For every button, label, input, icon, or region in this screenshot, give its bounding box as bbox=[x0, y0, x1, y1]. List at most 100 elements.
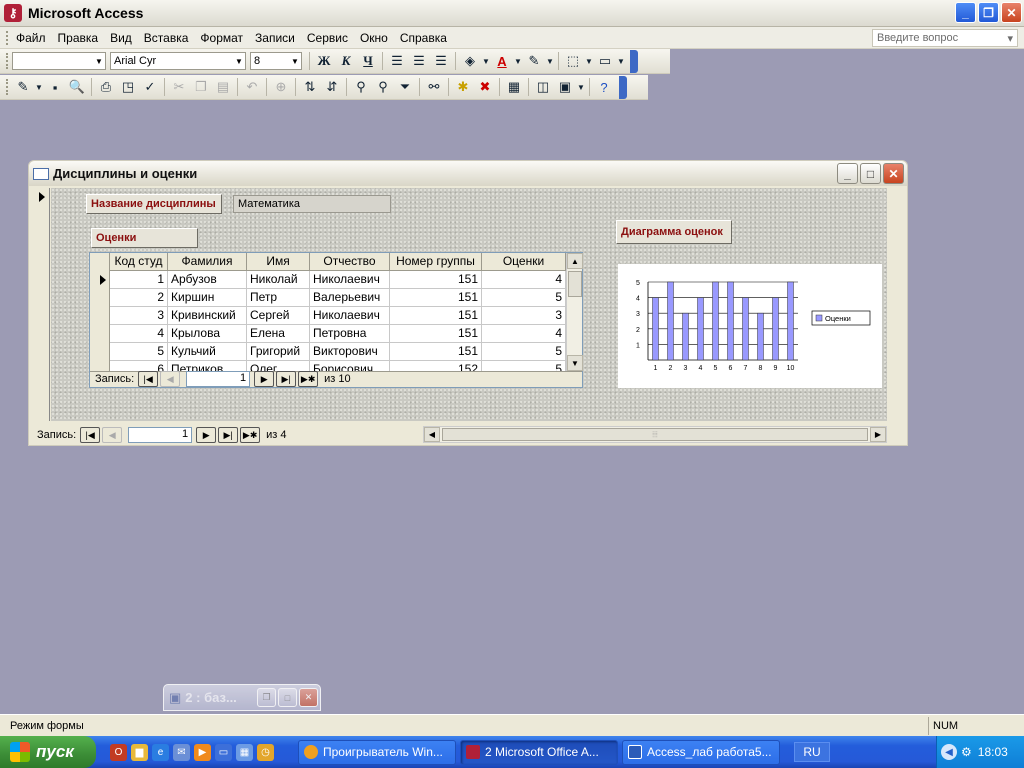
table-cell[interactable]: 5 bbox=[110, 343, 168, 361]
new-object-icon[interactable]: ▣ bbox=[554, 77, 576, 97]
maximize-button[interactable]: □ bbox=[278, 688, 297, 707]
chevron-down-icon[interactable]: ▼ bbox=[513, 51, 523, 71]
show-hidden-icons-icon[interactable]: ◀ bbox=[941, 744, 957, 760]
chevron-down-icon[interactable]: ▼ bbox=[616, 51, 626, 71]
table-cell[interactable]: Арбузов bbox=[168, 271, 247, 289]
clock[interactable]: 18:03 bbox=[978, 745, 1008, 759]
menu-insert[interactable]: Вставка bbox=[138, 31, 195, 45]
column-header[interactable]: Оценки bbox=[482, 253, 566, 271]
menu-help[interactable]: Справка bbox=[394, 31, 453, 45]
next-record-button[interactable]: ▶ bbox=[254, 371, 275, 387]
calculator-icon[interactable]: ▦ bbox=[236, 743, 253, 761]
table-cell[interactable]: Николаевич bbox=[310, 307, 390, 325]
copy-icon[interactable]: ❐ bbox=[190, 77, 212, 97]
chevron-down-icon[interactable]: ▼ bbox=[545, 51, 555, 71]
column-header[interactable]: Фамилия bbox=[168, 253, 247, 271]
last-record-button[interactable]: ▶| bbox=[218, 427, 239, 443]
last-record-button[interactable]: ▶| bbox=[276, 371, 297, 387]
form-horizontal-scrollbar[interactable]: ◀ ⦙⦙⦙ ▶ bbox=[423, 426, 887, 443]
table-row[interactable]: 1 Арбузов Николай Николаевич 151 4 bbox=[90, 271, 566, 289]
database-window-icon[interactable]: ◫ bbox=[532, 77, 554, 97]
task-word-document[interactable]: Access_лаб работа5... bbox=[622, 739, 780, 765]
italic-button[interactable]: К bbox=[335, 51, 357, 71]
table-cell[interactable]: 151 bbox=[390, 271, 482, 289]
object-combo[interactable]: ▼ bbox=[12, 52, 106, 70]
table-cell[interactable]: Кульчий bbox=[168, 343, 247, 361]
sort-descending-icon[interactable]: ⇵ bbox=[321, 77, 343, 97]
line-color-icon[interactable]: ✎ bbox=[523, 51, 545, 71]
cut-icon[interactable]: ✂ bbox=[168, 77, 190, 97]
hyperlink-icon[interactable]: ⊕ bbox=[270, 77, 292, 97]
table-cell[interactable]: 3 bbox=[110, 307, 168, 325]
toolbar-options-icon[interactable] bbox=[619, 75, 627, 99]
properties-icon[interactable]: ▦ bbox=[503, 77, 525, 97]
record-selector[interactable] bbox=[33, 188, 50, 421]
record-number-input[interactable]: 1 bbox=[186, 371, 251, 387]
table-cell[interactable]: 4 bbox=[110, 325, 168, 343]
table-cell[interactable]: 4 bbox=[482, 271, 566, 289]
table-cell[interactable]: Викторович bbox=[310, 343, 390, 361]
new-record-icon[interactable]: ✱ bbox=[452, 77, 474, 97]
table-cell[interactable]: 151 bbox=[390, 307, 482, 325]
restore-button[interactable]: ❐ bbox=[978, 2, 999, 23]
table-cell[interactable]: Николаевич bbox=[310, 271, 390, 289]
table-row[interactable]: 2 Киршин Петр Валерьевич 151 5 bbox=[90, 289, 566, 307]
font-color-icon[interactable]: A bbox=[491, 51, 513, 71]
close-button[interactable]: ✕ bbox=[299, 688, 318, 707]
start-button[interactable]: пуск bbox=[0, 736, 96, 768]
record-number-input[interactable]: 1 bbox=[128, 427, 193, 443]
scrollbar-thumb[interactable] bbox=[568, 271, 582, 297]
file-search-icon[interactable]: 🔍 bbox=[66, 77, 88, 97]
filter-by-form-icon[interactable]: ⚲ bbox=[372, 77, 394, 97]
scroll-up-icon[interactable]: ▲ bbox=[567, 253, 583, 269]
scroll-down-icon[interactable]: ▼ bbox=[567, 355, 583, 371]
menu-file[interactable]: Файл bbox=[10, 31, 52, 45]
first-record-button[interactable]: |◀ bbox=[138, 371, 159, 387]
table-cell[interactable]: 4 bbox=[482, 325, 566, 343]
table-cell[interactable]: 1 bbox=[110, 271, 168, 289]
task-microsoft-access[interactable]: 2 Microsoft Office A... bbox=[460, 739, 618, 765]
table-row[interactable]: 5 Кульчий Григорий Викторович 151 5 bbox=[90, 343, 566, 361]
menu-records[interactable]: Записи bbox=[249, 31, 301, 45]
table-cell[interactable]: Кривинский bbox=[168, 307, 247, 325]
save-icon[interactable]: ▪ bbox=[44, 77, 66, 97]
border-icon[interactable]: ⬚ bbox=[562, 51, 584, 71]
table-cell[interactable]: Николай bbox=[247, 271, 310, 289]
fill-color-icon[interactable]: ◈ bbox=[459, 51, 481, 71]
help-icon[interactable]: ? bbox=[593, 77, 615, 97]
scrollbar-thumb[interactable]: ⦙⦙⦙ bbox=[442, 428, 868, 441]
row-selector[interactable] bbox=[90, 271, 110, 289]
close-button[interactable]: ✕ bbox=[1001, 2, 1022, 23]
table-cell[interactable]: 2 bbox=[110, 289, 168, 307]
form-minimize-button[interactable]: _ bbox=[837, 163, 858, 184]
table-cell[interactable]: Елена bbox=[247, 325, 310, 343]
print-preview-icon[interactable]: ◳ bbox=[117, 77, 139, 97]
help-question-input[interactable]: Введите вопрос ▾ bbox=[872, 29, 1018, 47]
undo-icon[interactable]: ↶ bbox=[241, 77, 263, 97]
sort-ascending-icon[interactable]: ⇅ bbox=[299, 77, 321, 97]
menu-view[interactable]: Вид bbox=[104, 31, 138, 45]
bold-button[interactable]: Ж bbox=[313, 51, 335, 71]
toolbar-grip[interactable] bbox=[6, 79, 10, 95]
font-size-combo[interactable]: 8 ▼ bbox=[250, 52, 302, 70]
view-icon[interactable]: ✎ bbox=[12, 77, 34, 97]
form-maximize-button[interactable]: □ bbox=[860, 163, 881, 184]
menu-window[interactable]: Окно bbox=[354, 31, 394, 45]
table-cell[interactable]: Киршин bbox=[168, 289, 247, 307]
chevron-down-icon[interactable]: ▼ bbox=[576, 77, 586, 97]
opera-icon[interactable]: O bbox=[110, 743, 127, 761]
table-cell[interactable]: 151 bbox=[390, 289, 482, 307]
table-row[interactable]: 4 Крылова Елена Петровна 151 4 bbox=[90, 325, 566, 343]
media-player-icon[interactable]: ▶ bbox=[194, 743, 211, 761]
table-cell[interactable]: 3 bbox=[482, 307, 566, 325]
menu-tools[interactable]: Сервис bbox=[301, 31, 354, 45]
find-icon[interactable]: ⚯ bbox=[423, 77, 445, 97]
previous-record-button[interactable]: ◀ bbox=[160, 371, 181, 387]
form-close-button[interactable]: ✕ bbox=[883, 163, 904, 184]
new-record-button[interactable]: ▶✱ bbox=[240, 427, 261, 443]
toolbar-grip[interactable] bbox=[6, 53, 10, 69]
table-cell[interactable]: Сергей bbox=[247, 307, 310, 325]
minimized-database-window[interactable]: ▣ 2 : баз... ❐ □ ✕ bbox=[163, 684, 321, 711]
grades-chart[interactable]: 1 2 3 4 5 1 2 3 4 5 6 7 8 9 10 Оценки bbox=[618, 264, 882, 388]
scroll-left-icon[interactable]: ◀ bbox=[424, 427, 440, 442]
